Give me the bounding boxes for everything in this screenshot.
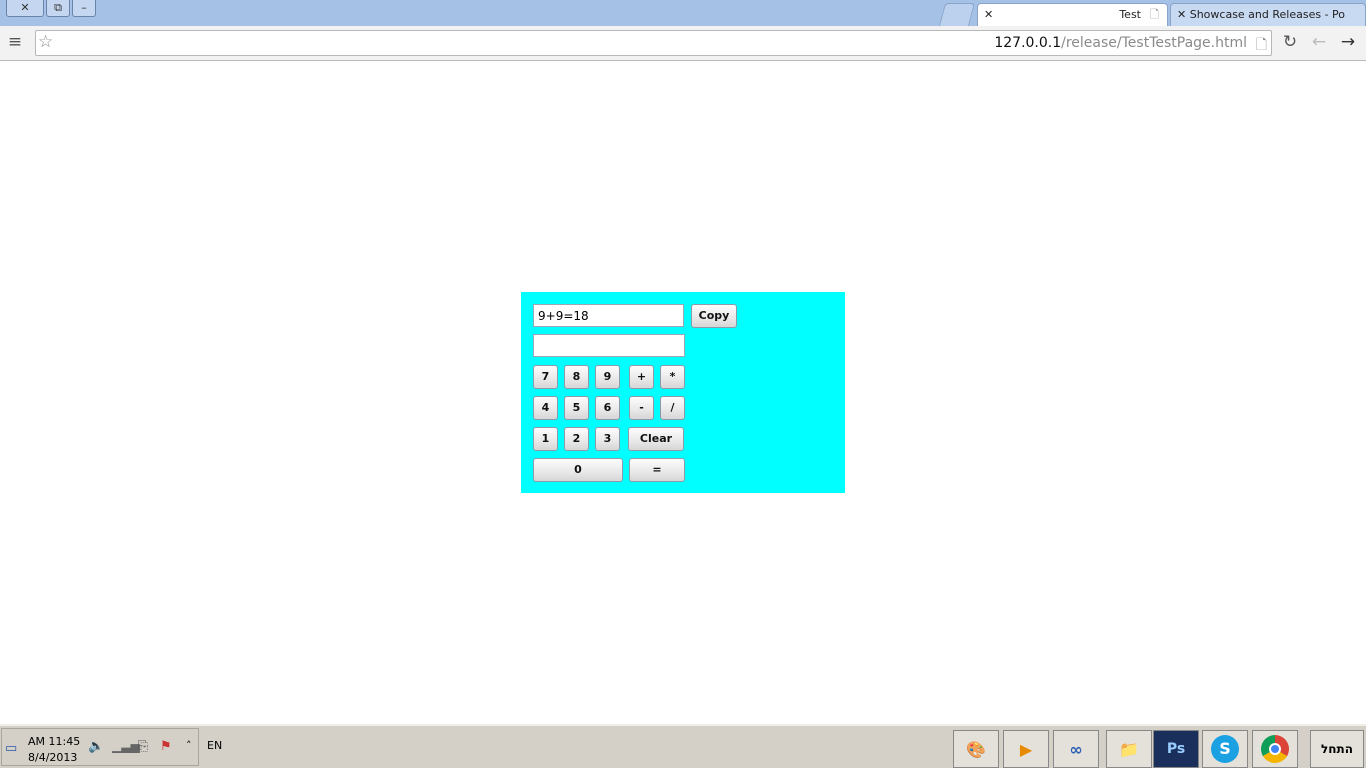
restore-window-button[interactable]: ⧉ xyxy=(46,0,70,17)
tab-test[interactable]: ✕ Test 🗋 xyxy=(977,3,1168,26)
tab-showcase[interactable]: ✕ Showcase and Releases - Po xyxy=(1170,3,1366,26)
button-5[interactable]: 5 xyxy=(564,396,589,420)
tab-title: Showcase and Releases - Po xyxy=(1189,8,1346,21)
button-8[interactable]: 8 xyxy=(564,365,589,389)
expression-input[interactable] xyxy=(533,334,685,357)
address-bar[interactable]: ☆ 127.0.0.1/release/TestTestPage.html 🗋 xyxy=(35,30,1272,56)
calculator-panel: Copy 7 8 9 + * 4 5 6 - / 1 2 3 Clear 0 = xyxy=(521,292,845,493)
bookmark-star-icon[interactable]: ☆ xyxy=(38,32,53,52)
show-hidden-icons-icon[interactable]: ˄ xyxy=(186,739,192,752)
new-tab-button[interactable] xyxy=(938,3,976,26)
paint-app-icon[interactable]: 🎨 xyxy=(953,730,999,768)
button-7[interactable]: 7 xyxy=(533,365,558,389)
skype-icon[interactable]: S xyxy=(1202,730,1248,768)
media-player-icon[interactable]: ▶ xyxy=(1003,730,1049,768)
browser-toolbar: ≡ ☆ 127.0.0.1/release/TestTestPage.html … xyxy=(0,26,1366,61)
close-window-button[interactable]: ✕ xyxy=(6,0,44,17)
button-0[interactable]: 0 xyxy=(533,458,623,482)
photoshop-icon[interactable]: Ps xyxy=(1153,730,1199,768)
tab-title: Test xyxy=(1119,8,1141,21)
volume-icon[interactable]: 🔈 xyxy=(88,739,104,754)
clock-time[interactable]: AM 11:45 xyxy=(28,735,80,748)
equals-button[interactable]: = xyxy=(629,458,685,482)
system-tray: ▭ AM 11:45 8/4/2013 🔈 ▁▃▅ ⎘ ⚑ ˄ xyxy=(1,728,199,766)
button-3[interactable]: 3 xyxy=(595,427,620,451)
clock-date[interactable]: 8/4/2013 xyxy=(28,751,77,764)
infinity-app-icon[interactable]: ∞ xyxy=(1053,730,1099,768)
close-tab-icon[interactable]: ✕ xyxy=(984,8,993,21)
title-bar: ✕ ⧉ – ✕ Test 🗋 ✕ Showcase and Releases -… xyxy=(0,0,1366,26)
clear-button[interactable]: Clear xyxy=(628,427,684,451)
menu-icon[interactable]: ≡ xyxy=(4,32,26,52)
file-explorer-icon[interactable]: 📁 xyxy=(1106,730,1152,768)
button-4[interactable]: 4 xyxy=(533,396,558,420)
taskbar: ▭ AM 11:45 8/4/2013 🔈 ▁▃▅ ⎘ ⚑ ˄ EN 🎨 ▶ ∞… xyxy=(0,724,1366,768)
page-icon: 🗋 xyxy=(1150,8,1159,21)
page-info-icon[interactable]: 🗋 xyxy=(1256,34,1267,58)
button-divide[interactable]: / xyxy=(660,396,685,420)
button-minus[interactable]: - xyxy=(629,396,654,420)
back-icon[interactable]: ← xyxy=(1308,32,1330,52)
start-button[interactable]: התחל xyxy=(1310,730,1364,768)
forward-icon[interactable]: → xyxy=(1337,32,1359,52)
start-label: התחל xyxy=(1321,742,1353,756)
url-text: 127.0.0.1/release/TestTestPage.html xyxy=(994,35,1247,51)
button-multiply[interactable]: * xyxy=(660,365,685,389)
result-display[interactable] xyxy=(533,304,684,327)
copy-button[interactable]: Copy xyxy=(691,304,737,328)
power-icon[interactable]: ⎘ xyxy=(138,739,148,754)
language-indicator[interactable]: EN xyxy=(207,739,222,752)
close-tab-icon[interactable]: ✕ xyxy=(1177,8,1186,21)
network-icon[interactable]: ▁▃▅ xyxy=(112,739,140,753)
button-1[interactable]: 1 xyxy=(533,427,558,451)
button-2[interactable]: 2 xyxy=(564,427,589,451)
action-center-icon[interactable]: ⚑ xyxy=(160,739,172,754)
button-9[interactable]: 9 xyxy=(595,365,620,389)
chrome-icon[interactable] xyxy=(1252,730,1298,768)
button-plus[interactable]: + xyxy=(629,365,654,389)
button-6[interactable]: 6 xyxy=(595,396,620,420)
show-desktop-icon[interactable]: ▭ xyxy=(5,741,17,756)
reload-icon[interactable]: ↻ xyxy=(1279,32,1301,52)
minimize-window-button[interactable]: – xyxy=(72,0,96,17)
